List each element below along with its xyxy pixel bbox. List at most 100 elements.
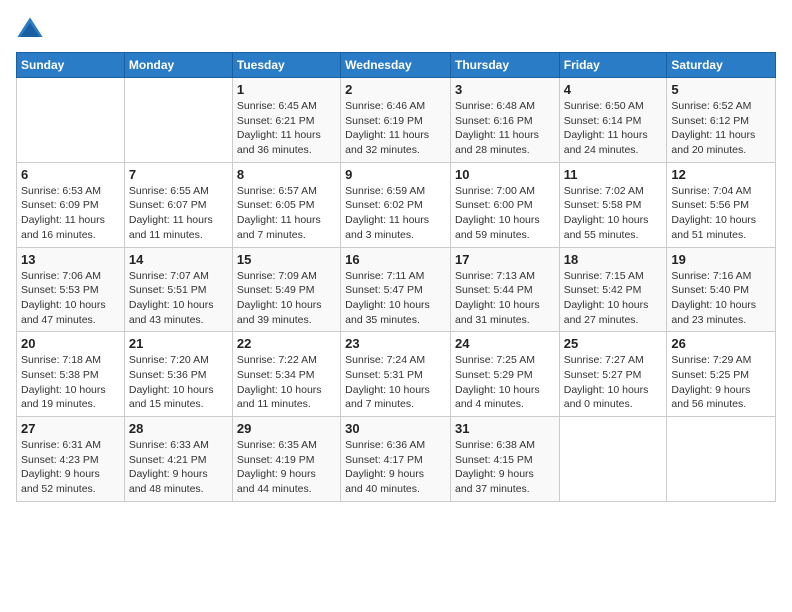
day-number: 28 (129, 421, 228, 436)
day-info: Sunrise: 7:22 AM Sunset: 5:34 PM Dayligh… (237, 353, 336, 412)
calendar-cell: 10Sunrise: 7:00 AM Sunset: 6:00 PM Dayli… (450, 162, 559, 247)
calendar-cell: 30 Sunrise: 6:36 AM Sunset: 4:17 PM Dayli… (341, 417, 451, 502)
day-info: Sunrise: 7:15 AM Sunset: 5:42 PM Dayligh… (564, 269, 663, 328)
calendar-cell: 15 Sunrise: 7:09 AM Sunset: 5:49 PM Dayli… (232, 247, 340, 332)
day-number: 2 (345, 82, 446, 97)
day-header-wednesday: Wednesday (341, 53, 451, 78)
calendar-cell: 22 Sunrise: 7:22 AM Sunset: 5:34 PM Dayli… (232, 332, 340, 417)
calendar-cell: 4 Sunrise: 6:50 AM Sunset: 6:14 PM Daylig… (559, 78, 667, 163)
day-number: 30 (345, 421, 446, 436)
calendar-cell: 2 Sunrise: 6:46 AM Sunset: 6:19 PM Daylig… (341, 78, 451, 163)
calendar-cell (559, 417, 667, 502)
calendar-cell: 13 Sunrise: 7:06 AM Sunset: 5:53 PM Dayli… (17, 247, 125, 332)
day-info: Sunrise: 6:55 AM Sunset: 6:07 PM Dayligh… (129, 184, 228, 243)
page-header (16, 16, 776, 44)
calendar-cell: 12 Sunrise: 7:04 AM Sunset: 5:56 PM Dayli… (667, 162, 776, 247)
day-header-saturday: Saturday (667, 53, 776, 78)
day-number: 31 (455, 421, 555, 436)
day-number: 14 (129, 252, 228, 267)
day-number: 13 (21, 252, 120, 267)
calendar-week-5: 27 Sunrise: 6:31 AM Sunset: 4:23 PM Dayli… (17, 417, 776, 502)
calendar-cell: 23 Sunrise: 7:24 AM Sunset: 5:31 PM Dayli… (341, 332, 451, 417)
calendar-cell: 25 Sunrise: 7:27 AM Sunset: 5:27 PM Dayli… (559, 332, 667, 417)
calendar-cell: 9 Sunrise: 6:59 AM Sunset: 6:02 PM Daylig… (341, 162, 451, 247)
day-info: Sunrise: 6:35 AM Sunset: 4:19 PM Dayligh… (237, 438, 336, 497)
day-info: Sunrise: 7:06 AM Sunset: 5:53 PM Dayligh… (21, 269, 120, 328)
day-number: 15 (237, 252, 336, 267)
day-number: 4 (564, 82, 663, 97)
calendar-cell: 28 Sunrise: 6:33 AM Sunset: 4:21 PM Dayli… (124, 417, 232, 502)
day-info: Sunrise: 7:18 AM Sunset: 5:38 PM Dayligh… (21, 353, 120, 412)
day-info: Sunrise: 6:36 AM Sunset: 4:17 PM Dayligh… (345, 438, 446, 497)
day-number: 29 (237, 421, 336, 436)
day-header-thursday: Thursday (450, 53, 559, 78)
day-number: 16 (345, 252, 446, 267)
calendar-header-row: SundayMondayTuesdayWednesdayThursdayFrid… (17, 53, 776, 78)
day-number: 24 (455, 336, 555, 351)
day-number: 5 (671, 82, 771, 97)
day-info: Sunrise: 6:33 AM Sunset: 4:21 PM Dayligh… (129, 438, 228, 497)
day-number: 23 (345, 336, 446, 351)
day-header-friday: Friday (559, 53, 667, 78)
calendar-cell: 21Sunrise: 7:20 AM Sunset: 5:36 PM Dayli… (124, 332, 232, 417)
day-info: Sunrise: 6:50 AM Sunset: 6:14 PM Dayligh… (564, 99, 663, 158)
calendar-week-3: 13 Sunrise: 7:06 AM Sunset: 5:53 PM Dayli… (17, 247, 776, 332)
day-number: 27 (21, 421, 120, 436)
day-info: Sunrise: 7:07 AM Sunset: 5:51 PM Dayligh… (129, 269, 228, 328)
day-number: 17 (455, 252, 555, 267)
calendar-week-4: 20 Sunrise: 7:18 AM Sunset: 5:38 PM Dayli… (17, 332, 776, 417)
calendar-cell: 6 Sunrise: 6:53 AM Sunset: 6:09 PM Daylig… (17, 162, 125, 247)
day-number: 18 (564, 252, 663, 267)
day-number: 7 (129, 167, 228, 182)
day-number: 1 (237, 82, 336, 97)
calendar-cell: 20 Sunrise: 7:18 AM Sunset: 5:38 PM Dayli… (17, 332, 125, 417)
day-number: 22 (237, 336, 336, 351)
calendar-cell: 8Sunrise: 6:57 AM Sunset: 6:05 PM Daylig… (232, 162, 340, 247)
calendar-cell (124, 78, 232, 163)
calendar-week-1: 1 Sunrise: 6:45 AM Sunset: 6:21 PM Daylig… (17, 78, 776, 163)
day-info: Sunrise: 7:11 AM Sunset: 5:47 PM Dayligh… (345, 269, 446, 328)
calendar-cell: 5 Sunrise: 6:52 AM Sunset: 6:12 PM Daylig… (667, 78, 776, 163)
day-number: 25 (564, 336, 663, 351)
calendar-cell: 1 Sunrise: 6:45 AM Sunset: 6:21 PM Daylig… (232, 78, 340, 163)
day-number: 6 (21, 167, 120, 182)
calendar-cell: 19Sunrise: 7:16 AM Sunset: 5:40 PM Dayli… (667, 247, 776, 332)
day-info: Sunrise: 6:45 AM Sunset: 6:21 PM Dayligh… (237, 99, 336, 158)
day-info: Sunrise: 6:31 AM Sunset: 4:23 PM Dayligh… (21, 438, 120, 497)
day-info: Sunrise: 7:13 AM Sunset: 5:44 PM Dayligh… (455, 269, 555, 328)
day-header-monday: Monday (124, 53, 232, 78)
logo (16, 16, 48, 44)
day-info: Sunrise: 6:46 AM Sunset: 6:19 PM Dayligh… (345, 99, 446, 158)
day-info: Sunrise: 7:04 AM Sunset: 5:56 PM Dayligh… (671, 184, 771, 243)
calendar-cell: 17 Sunrise: 7:13 AM Sunset: 5:44 PM Dayli… (450, 247, 559, 332)
day-number: 3 (455, 82, 555, 97)
calendar-cell: 29 Sunrise: 6:35 AM Sunset: 4:19 PM Dayli… (232, 417, 340, 502)
day-info: Sunrise: 6:38 AM Sunset: 4:15 PM Dayligh… (455, 438, 555, 497)
calendar-cell: 24 Sunrise: 7:25 AM Sunset: 5:29 PM Dayli… (450, 332, 559, 417)
calendar-cell: 26Sunrise: 7:29 AM Sunset: 5:25 PM Dayli… (667, 332, 776, 417)
calendar-cell: 7 Sunrise: 6:55 AM Sunset: 6:07 PM Daylig… (124, 162, 232, 247)
day-info: Sunrise: 6:52 AM Sunset: 6:12 PM Dayligh… (671, 99, 771, 158)
logo-icon (16, 16, 44, 44)
day-info: Sunrise: 7:24 AM Sunset: 5:31 PM Dayligh… (345, 353, 446, 412)
day-info: Sunrise: 7:25 AM Sunset: 5:29 PM Dayligh… (455, 353, 555, 412)
calendar-cell: 16 Sunrise: 7:11 AM Sunset: 5:47 PM Dayli… (341, 247, 451, 332)
day-number: 26 (671, 336, 771, 351)
calendar-week-2: 6 Sunrise: 6:53 AM Sunset: 6:09 PM Daylig… (17, 162, 776, 247)
day-info: Sunrise: 6:59 AM Sunset: 6:02 PM Dayligh… (345, 184, 446, 243)
day-number: 10 (455, 167, 555, 182)
calendar-cell: 11 Sunrise: 7:02 AM Sunset: 5:58 PM Dayli… (559, 162, 667, 247)
day-info: Sunrise: 6:57 AM Sunset: 6:05 PM Dayligh… (237, 184, 336, 243)
day-number: 11 (564, 167, 663, 182)
day-info: Sunrise: 7:27 AM Sunset: 5:27 PM Dayligh… (564, 353, 663, 412)
day-info: Sunrise: 6:53 AM Sunset: 6:09 PM Dayligh… (21, 184, 120, 243)
day-info: Sunrise: 7:02 AM Sunset: 5:58 PM Dayligh… (564, 184, 663, 243)
day-number: 20 (21, 336, 120, 351)
day-info: Sunrise: 7:09 AM Sunset: 5:49 PM Dayligh… (237, 269, 336, 328)
day-number: 21 (129, 336, 228, 351)
calendar-cell: 18 Sunrise: 7:15 AM Sunset: 5:42 PM Dayli… (559, 247, 667, 332)
day-number: 12 (671, 167, 771, 182)
day-info: Sunrise: 6:48 AM Sunset: 6:16 PM Dayligh… (455, 99, 555, 158)
day-number: 9 (345, 167, 446, 182)
day-info: Sunrise: 7:16 AM Sunset: 5:40 PM Dayligh… (671, 269, 771, 328)
